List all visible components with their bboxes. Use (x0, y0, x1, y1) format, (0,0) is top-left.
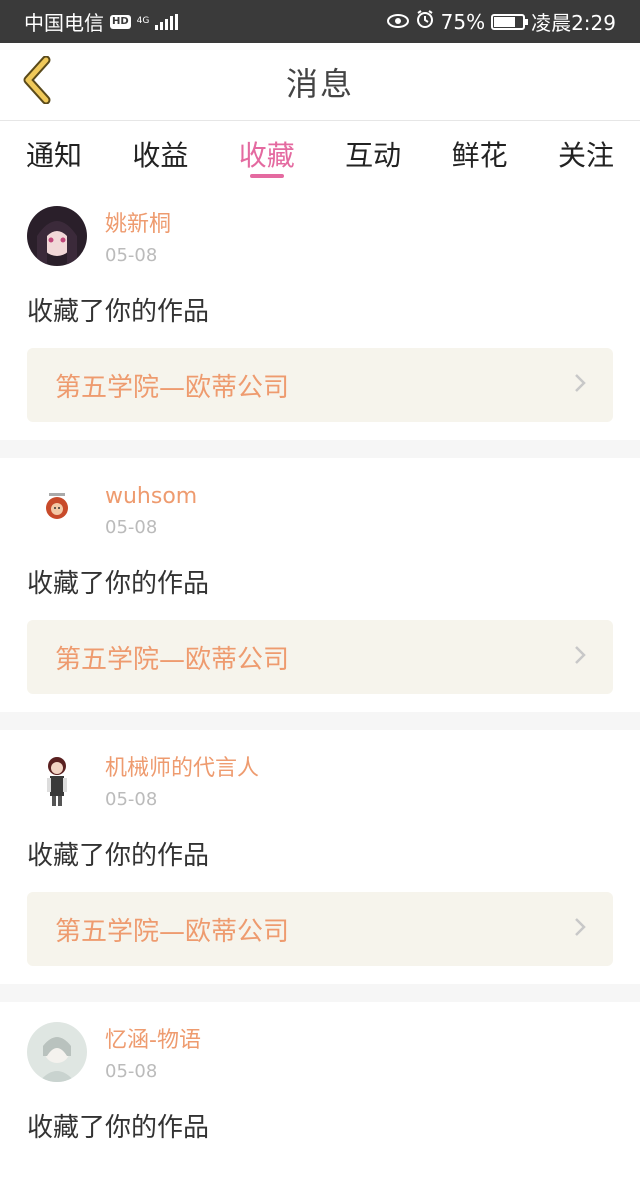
work-title: 第五学院—欧蒂公司 (55, 916, 290, 947)
nav-bar: 消息 (0, 43, 640, 121)
tab-earnings[interactable]: 收益 (132, 122, 188, 186)
chevron-right-icon (573, 372, 587, 398)
status-left: 中国电信 HD 4G (24, 7, 179, 36)
timestamp: 05-08 (105, 1061, 158, 1082)
divider (0, 440, 640, 458)
active-tab-indicator (249, 174, 284, 178)
username[interactable]: wuhsom (105, 482, 197, 512)
divider (0, 712, 640, 730)
tab-label: 收藏 (238, 139, 295, 172)
work-link[interactable]: 第五学院—欧蒂公司 (27, 348, 613, 422)
chevron-right-icon (573, 916, 587, 942)
work-title: 第五学院—欧蒂公司 (55, 644, 290, 675)
feed-item: 忆涵-物语 05-08 收藏了你的作品 (0, 1002, 640, 1182)
tab-label: 收益 (132, 139, 189, 172)
tab-label: 鲜花 (451, 139, 508, 172)
action-text: 收藏了你的作品 (27, 1113, 210, 1143)
battery-fill (494, 16, 516, 27)
work-link[interactable]: 第五学院—欧蒂公司 (27, 892, 613, 966)
back-arrow-icon (20, 55, 52, 108)
timestamp: 05-08 (105, 789, 158, 810)
status-bar: 中国电信 HD 4G 75% 凌晨2:29 (0, 0, 640, 43)
alarm-icon (415, 9, 435, 34)
user-info: wuhsom 05-08 (105, 478, 197, 542)
username[interactable]: 机械师的代言人 (105, 754, 259, 784)
user-info: 机械师的代言人 05-08 (105, 750, 259, 814)
eye-icon (386, 10, 409, 34)
avatar[interactable] (27, 1022, 87, 1082)
tab-favorites[interactable]: 收藏 (239, 122, 295, 186)
status-right: 75% 凌晨2:29 (386, 7, 616, 36)
user-row: 姚新桐 05-08 (27, 206, 613, 288)
divider (0, 984, 640, 1002)
tab-label: 互动 (345, 139, 402, 172)
user-row: wuhsom 05-08 (27, 478, 613, 560)
username[interactable]: 姚新桐 (105, 210, 171, 240)
feed-item: 机械师的代言人 05-08 收藏了你的作品 第五学院—欧蒂公司 (0, 730, 640, 984)
username[interactable]: 忆涵-物语 (105, 1026, 201, 1056)
action-text: 收藏了你的作品 (27, 297, 210, 327)
chevron-right-icon (573, 644, 587, 670)
page-title: 消息 (285, 64, 354, 103)
back-button[interactable] (14, 55, 58, 109)
clock-time: 凌晨2:29 (531, 11, 616, 35)
action-text: 收藏了你的作品 (27, 841, 210, 871)
network-type: 4G (136, 16, 150, 26)
feed-item: wuhsom 05-08 收藏了你的作品 第五学院—欧蒂公司 (0, 458, 640, 712)
tab-follows[interactable]: 关注 (558, 122, 614, 186)
user-info: 忆涵-物语 05-08 (105, 1022, 201, 1086)
message-feed: 姚新桐 05-08 收藏了你的作品 第五学院—欧蒂公司 wuhsom 05-08… (0, 186, 640, 1182)
timestamp: 05-08 (105, 517, 158, 538)
carrier-label: 中国电信 (24, 11, 104, 35)
feed-item: 姚新桐 05-08 收藏了你的作品 第五学院—欧蒂公司 (0, 186, 640, 440)
avatar[interactable] (27, 750, 87, 810)
action-text: 收藏了你的作品 (27, 569, 210, 599)
tab-notifications[interactable]: 通知 (26, 122, 82, 186)
signal-icon (155, 13, 179, 30)
tab-bar: 通知 收益 收藏 互动 鲜花 关注 (0, 122, 640, 186)
battery-icon (491, 13, 529, 30)
hd-badge: HD (110, 14, 131, 29)
battery-percent: 75% (440, 9, 486, 34)
tab-label: 关注 (557, 139, 614, 172)
avatar[interactable] (27, 478, 87, 538)
user-info: 姚新桐 05-08 (105, 206, 171, 270)
avatar[interactable] (27, 206, 87, 266)
user-row: 忆涵-物语 05-08 (27, 1022, 613, 1104)
tab-flowers[interactable]: 鲜花 (452, 122, 508, 186)
tab-label: 通知 (26, 139, 83, 172)
work-title: 第五学院—欧蒂公司 (55, 372, 290, 403)
user-row: 机械师的代言人 05-08 (27, 750, 613, 832)
timestamp: 05-08 (105, 245, 158, 266)
tab-interactions[interactable]: 互动 (345, 122, 401, 186)
work-link[interactable]: 第五学院—欧蒂公司 (27, 620, 613, 694)
